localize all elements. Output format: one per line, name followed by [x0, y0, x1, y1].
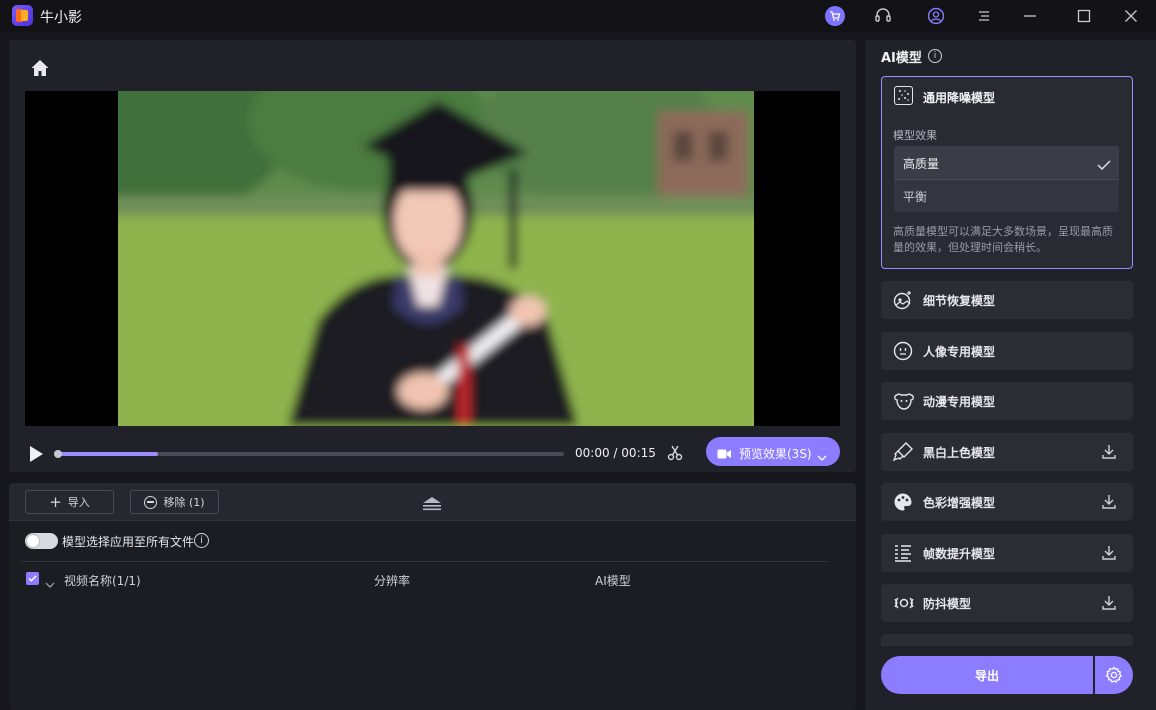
detail-restore-icon: [893, 290, 913, 310]
apply-all-toggle[interactable]: [25, 533, 58, 549]
download-icon[interactable]: [1101, 494, 1117, 510]
checkmark-icon: [1097, 156, 1111, 170]
scissors-icon[interactable]: [666, 444, 684, 462]
progress-track[interactable]: [54, 450, 564, 458]
preview-effect-button[interactable]: 预览效果(3S): [706, 437, 840, 466]
export-label: 导出: [974, 668, 999, 683]
user-account-icon[interactable]: [926, 6, 946, 26]
quality-option-balance[interactable]: 平衡: [894, 180, 1119, 212]
app-logo: [12, 5, 33, 26]
noise-icon: [894, 86, 913, 105]
model-card-label: 人像专用模型: [923, 344, 996, 359]
time-display: 00:00 / 00:15: [575, 446, 656, 460]
export-settings-button[interactable]: [1095, 656, 1133, 694]
maximize-icon[interactable]: [1074, 6, 1094, 26]
colorize-icon: [892, 442, 913, 462]
divider: [21, 561, 828, 562]
minimize-icon[interactable]: [1020, 6, 1040, 26]
model-card-portrait[interactable]: 人像专用模型: [881, 332, 1133, 370]
time-current: 00:00: [575, 446, 610, 460]
column-header-name: 视频名称(1/1): [64, 574, 141, 588]
cart-icon[interactable]: [825, 6, 845, 26]
anime-icon: [893, 391, 914, 411]
model-card-label: 防抖模型: [923, 596, 972, 611]
apply-all-label: 模型选择应用至所有文件: [62, 535, 195, 549]
quality-option-high[interactable]: 高质量: [894, 146, 1119, 179]
model-card-detail-restore[interactable]: 细节恢复模型: [881, 281, 1133, 319]
model-name: 通用降噪模型: [923, 91, 996, 105]
headset-support-icon[interactable]: [873, 6, 893, 26]
model-description: 高质量模型可以满足大多数场景，呈现最高质量的效果，但处理时间会稍长。: [893, 225, 1113, 254]
home-icon[interactable]: [30, 58, 50, 78]
model-card-label: 动漫专用模型: [923, 394, 996, 409]
model-card-anime[interactable]: 动漫专用模型: [881, 382, 1133, 420]
collapse-panel-icon[interactable]: [421, 495, 443, 511]
model-effect-label: 模型效果: [893, 129, 937, 142]
progress-handle[interactable]: [54, 450, 62, 458]
video-frame: [118, 91, 754, 426]
video-camera-icon: [717, 445, 732, 459]
title-bar: 牛小影: [0, 0, 1156, 32]
menu-icon[interactable]: [974, 6, 994, 26]
file-toolbar: + 导入 移除 (1): [9, 483, 856, 521]
remove-label: 移除 (1): [163, 496, 205, 509]
select-all-checkbox[interactable]: [26, 572, 39, 585]
time-total: 00:15: [621, 446, 656, 460]
preview-effect-label: 预览效果(3S): [739, 447, 812, 461]
download-icon[interactable]: [1101, 444, 1117, 460]
time-separator: /: [613, 446, 618, 460]
import-label: 导入: [67, 496, 90, 509]
model-card-palette[interactable]: 色彩增强模型: [881, 483, 1133, 521]
remove-button[interactable]: 移除 (1): [130, 490, 219, 514]
column-header-ai-model: AI模型: [595, 574, 631, 588]
quality-option-label: 平衡: [903, 190, 928, 204]
model-card-label: 色彩增强模型: [923, 495, 996, 510]
close-icon[interactable]: [1121, 6, 1141, 26]
model-card-stabilize[interactable]: 防抖模型: [881, 584, 1133, 622]
column-header-resolution: 分辨率: [374, 574, 411, 588]
info-icon[interactable]: i: [194, 533, 209, 548]
gear-icon: [1105, 666, 1123, 684]
portrait-icon: [893, 341, 913, 361]
app-title: 牛小影: [40, 10, 82, 26]
import-button[interactable]: + 导入: [25, 490, 114, 514]
player-controls: 00:00 / 00:15 预览效果(3S): [25, 436, 840, 470]
frame-rate-icon: [893, 543, 913, 563]
stabilize-icon: [893, 593, 914, 613]
export-button[interactable]: 导出: [881, 656, 1093, 694]
chevron-down-icon[interactable]: [45, 574, 55, 588]
model-card-colorize[interactable]: 黑白上色模型: [881, 433, 1133, 471]
info-icon[interactable]: i: [928, 49, 942, 63]
model-card-label: 细节恢复模型: [923, 293, 996, 308]
play-icon[interactable]: [28, 445, 44, 463]
palette-icon: [893, 492, 913, 512]
progress-fill: [57, 452, 159, 456]
ai-panel-title: AI模型: [881, 51, 922, 66]
model-card-denoise-selected[interactable]: 通用降噪模型 模型效果 高质量 平衡 高质量模型可以满足大多数场景，呈现最高质量…: [881, 76, 1133, 269]
model-card-partial: [881, 634, 1133, 646]
quality-options: 高质量 平衡: [894, 146, 1119, 212]
download-icon[interactable]: [1101, 595, 1117, 611]
minus-circle-icon: [144, 495, 158, 509]
plus-icon: +: [49, 492, 62, 511]
file-list-panel: + 导入 移除 (1) 模型选择应用至所有文件 i 视频名称(1/1) 分辨率 …: [9, 483, 856, 710]
quality-option-label: 高质量: [903, 157, 940, 171]
chevron-down-icon[interactable]: [817, 447, 827, 461]
download-icon[interactable]: [1101, 545, 1117, 561]
model-card-label: 帧数提升模型: [923, 546, 996, 561]
model-card-label: 黑白上色模型: [923, 445, 996, 460]
model-card-frame-rate[interactable]: 帧数提升模型: [881, 534, 1133, 572]
